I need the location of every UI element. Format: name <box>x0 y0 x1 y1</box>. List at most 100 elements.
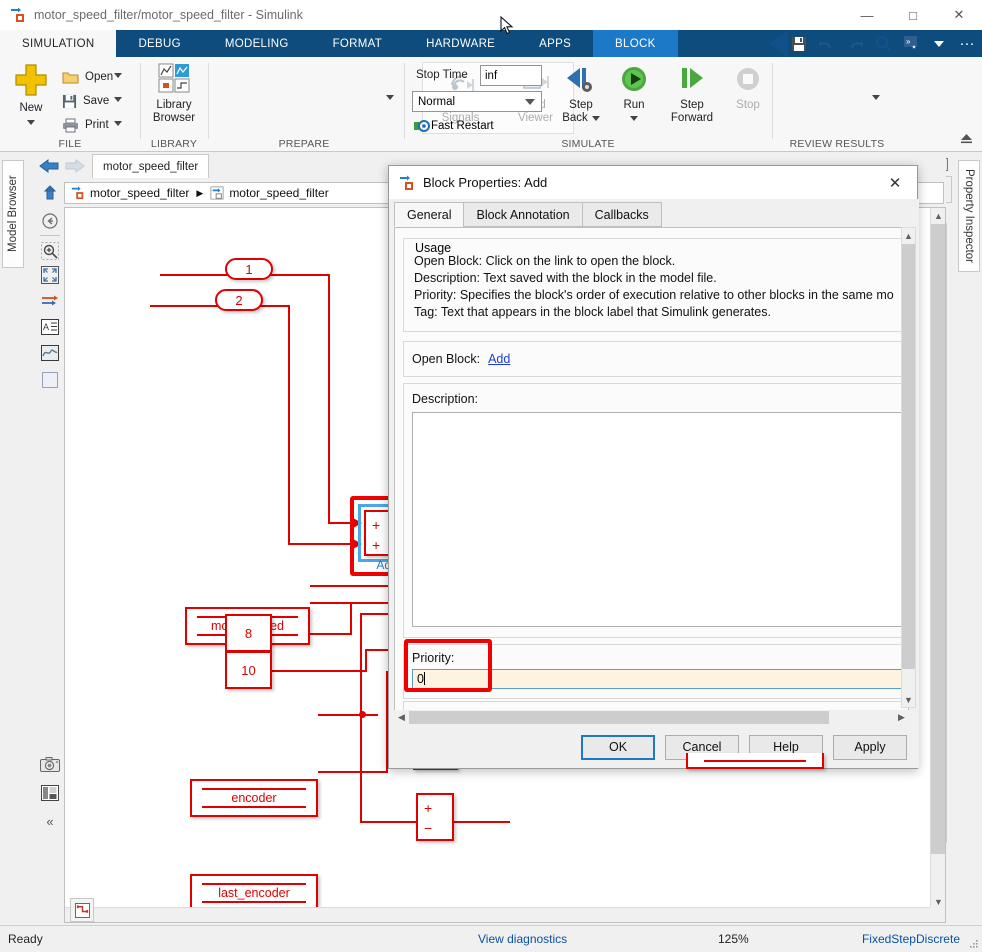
property-inspector-dock-tab[interactable]: Property Inspector <box>958 160 980 272</box>
apply-button[interactable]: Apply <box>833 734 907 760</box>
chevron-down-icon[interactable] <box>926 33 952 55</box>
canvas-vertical-scrollbar[interactable]: ▲ ▼ <box>930 208 945 909</box>
open-button[interactable]: Open <box>62 65 113 89</box>
open-block-link[interactable]: Add <box>488 352 510 366</box>
new-caret-icon[interactable] <box>27 120 35 125</box>
subsystem-icon[interactable] <box>40 370 60 390</box>
scroll-up-icon[interactable]: ▲ <box>931 208 945 223</box>
search-icon[interactable] <box>870 33 896 55</box>
scrollbar-thumb-v[interactable] <box>931 224 945 854</box>
rail-divider <box>40 235 60 236</box>
tab-block-annotation[interactable]: Block Annotation <box>463 202 583 227</box>
view-diagnostics-link[interactable]: View diagnostics <box>478 932 567 946</box>
tab-simulation[interactable]: SIMULATION <box>0 30 117 57</box>
tab-modeling[interactable]: MODELING <box>203 30 311 57</box>
model-tab[interactable]: motor_speed_filter <box>92 154 210 178</box>
collapse-icon[interactable]: « <box>40 811 60 831</box>
description-textarea[interactable] <box>412 412 908 627</box>
save-icon[interactable] <box>786 33 812 55</box>
tab-apps[interactable]: APPS <box>517 30 593 57</box>
more-options-icon[interactable]: ··· <box>954 33 980 55</box>
breadcrumb-root-label[interactable]: motor_speed_filter <box>90 186 189 200</box>
description-label: Description: <box>412 392 478 406</box>
maximize-button[interactable]: □ <box>890 0 936 30</box>
quickbar-notch <box>770 30 788 57</box>
new-button[interactable]: New <box>8 63 54 128</box>
status-bar: Ready View diagnostics 125% FixedStepDis… <box>0 925 982 951</box>
up-to-parent-icon[interactable] <box>36 185 64 201</box>
breadcrumb-separator: ▶ <box>196 187 204 198</box>
tab-block[interactable]: BLOCK <box>593 30 678 57</box>
scrollbar-thumb-dialog[interactable] <box>902 244 915 669</box>
priority-input[interactable]: 0 <box>412 669 908 689</box>
print-button[interactable]: Print <box>62 113 109 137</box>
dialog-title: Block Properties: Add <box>423 175 548 190</box>
back-arrow-icon[interactable] <box>36 154 62 178</box>
canvas-horizontal-scrollbar[interactable] <box>65 907 932 922</box>
open-caret-icon[interactable] <box>114 73 122 78</box>
prepare-more-icon[interactable] <box>386 95 394 100</box>
signal-lines-icon[interactable] <box>40 291 60 311</box>
window-controls: — □ ✕ <box>844 0 982 30</box>
constant-10-block[interactable]: 10 <box>225 651 272 689</box>
stop-time-input[interactable] <box>480 65 542 86</box>
ribbon-collapse-icon[interactable] <box>959 133 974 148</box>
dialog-close-button[interactable]: ✕ <box>873 166 917 199</box>
layers-icon[interactable] <box>40 783 60 803</box>
scroll-up-icon[interactable]: ▲ <box>901 228 916 243</box>
dialog-vertical-scrollbar[interactable]: ▲ ▼ <box>901 227 916 708</box>
breadcrumb-leaf-label[interactable]: motor_speed_filter <box>229 186 328 200</box>
run-button[interactable]: Run <box>612 65 656 125</box>
scrollbar-thumb-h[interactable] <box>409 711 829 724</box>
wire-in1-v <box>328 274 330 524</box>
tab-format[interactable]: FORMAT <box>311 30 405 57</box>
fast-restart-toggle[interactable]: Fast Restart <box>414 119 494 133</box>
scope-icon[interactable] <box>40 343 60 363</box>
window-title: motor_speed_filter/motor_speed_filter - … <box>34 8 303 22</box>
inport-block-2[interactable]: 2 <box>215 289 263 311</box>
subtract-block[interactable]: + − <box>416 793 454 841</box>
scroll-left-icon[interactable]: ◀ <box>394 710 409 725</box>
back-to-parent-icon[interactable] <box>40 211 60 231</box>
dialog-horizontal-scrollbar[interactable]: ◀ ▶ <box>394 710 909 725</box>
usage-line-open-block: Open Block: Click on the link to open th… <box>414 254 676 268</box>
solver-name[interactable]: FixedStepDiscrete <box>862 932 960 946</box>
redo-icon[interactable] <box>842 33 868 55</box>
save-button[interactable]: Save <box>62 89 109 113</box>
tab-debug[interactable]: DEBUG <box>116 30 202 57</box>
simulink-model-icon <box>10 7 26 23</box>
stop-label: Stop <box>736 99 760 111</box>
stateflow-button[interactable] <box>70 898 94 922</box>
library-browser-button[interactable]: Library Browser <box>146 63 202 125</box>
step-back-button[interactable]: Step Back <box>556 65 606 125</box>
constant-8-block[interactable]: 8 <box>225 614 272 652</box>
run-label: Run <box>623 99 645 111</box>
step-back-caret-icon[interactable] <box>591 116 600 121</box>
scroll-down-icon[interactable]: ▼ <box>901 692 916 707</box>
encoder-block[interactable]: encoder <box>190 779 318 817</box>
annotation-icon[interactable]: A <box>40 317 60 337</box>
tab-callbacks[interactable]: Callbacks <box>581 202 662 227</box>
undo-icon[interactable] <box>814 33 840 55</box>
scroll-right-icon[interactable]: ▶ <box>894 710 909 725</box>
inport-block-1[interactable]: 1 <box>225 258 273 280</box>
constant-8-label: 8 <box>244 625 253 641</box>
print-caret-icon[interactable] <box>114 121 122 126</box>
zoom-level[interactable]: 125% <box>718 932 749 946</box>
fit-to-view-icon[interactable] <box>40 265 60 285</box>
review-results-more-icon[interactable] <box>872 95 880 100</box>
step-forward-button[interactable]: Step Forward <box>660 65 724 125</box>
close-button[interactable]: ✕ <box>936 0 982 30</box>
run-caret-icon[interactable] <box>630 116 638 121</box>
subtract-block-sign-1: + <box>424 800 433 816</box>
model-browser-dock-tab[interactable]: Model Browser <box>2 160 24 268</box>
ok-button[interactable]: OK <box>581 734 655 760</box>
save-caret-icon[interactable] <box>114 97 122 102</box>
simulation-mode-select[interactable]: Normal <box>412 91 542 112</box>
shortcuts-icon[interactable]: » <box>898 33 924 55</box>
zoom-in-icon[interactable] <box>40 241 60 261</box>
camera-icon[interactable] <box>40 755 60 775</box>
resize-grip-icon[interactable] <box>967 937 979 949</box>
tab-general[interactable]: General <box>394 202 465 227</box>
minimize-button[interactable]: — <box>844 0 890 30</box>
